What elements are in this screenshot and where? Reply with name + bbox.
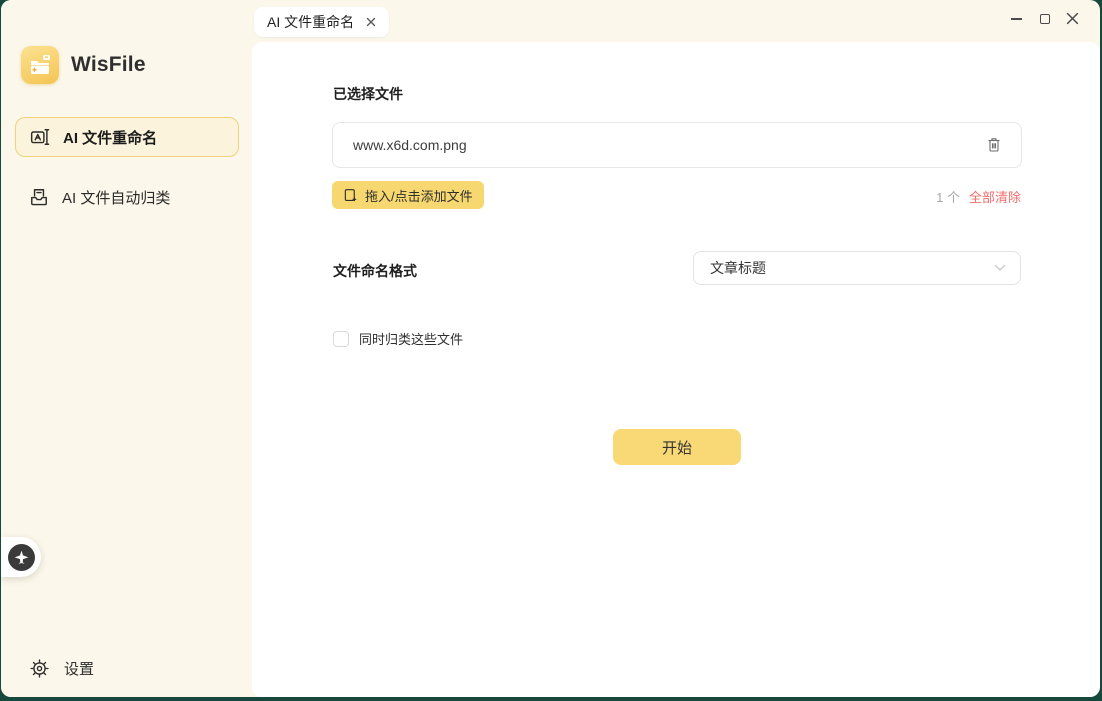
naming-format-value: 文章标题 xyxy=(710,258,994,278)
gear-icon xyxy=(29,658,49,678)
file-list-item: www.x6d.com.png xyxy=(332,122,1022,168)
maximize-icon xyxy=(1040,14,1050,24)
sidebar-item-label: AI 文件重命名 xyxy=(63,127,157,148)
app-title: WisFile xyxy=(71,53,146,77)
naming-format-select[interactable]: 文章标题 xyxy=(693,251,1021,285)
maximize-button[interactable] xyxy=(1037,11,1052,26)
app-window: WisFile AI 文件重命名 AI 文件自动归类 xyxy=(1,0,1100,697)
selected-files-label: 已选择文件 xyxy=(333,84,403,104)
sidebar-item-label: AI 文件自动归类 xyxy=(62,187,170,208)
classify-checkbox-row[interactable]: 同时归类这些文件 xyxy=(333,329,463,348)
tab-close-icon[interactable] xyxy=(366,17,376,27)
content-panel: 已选择文件 www.x6d.com.png 拖入/点击添加文件 1 个 全部清除 xyxy=(252,42,1100,697)
airplane-icon xyxy=(14,550,29,565)
file-plus-icon xyxy=(343,188,358,203)
close-button[interactable] xyxy=(1065,11,1080,26)
minimize-icon xyxy=(1011,18,1022,20)
classify-checkbox-label: 同时归类这些文件 xyxy=(359,329,463,348)
start-button[interactable]: 开始 xyxy=(613,429,741,465)
minimize-button[interactable] xyxy=(1009,11,1024,26)
sidebar-item-rename[interactable]: AI 文件重命名 xyxy=(15,117,239,157)
sidebar-item-classify[interactable]: AI 文件自动归类 xyxy=(15,177,239,217)
settings-button[interactable]: 设置 xyxy=(29,656,94,680)
classify-checkbox[interactable] xyxy=(333,331,349,347)
window-controls xyxy=(1009,11,1080,26)
file-count-row: 1 个 全部清除 xyxy=(936,187,1021,206)
naming-format-label: 文件命名格式 xyxy=(333,261,417,281)
tab-label: AI 文件重命名 xyxy=(267,12,354,32)
tab-ai-rename[interactable]: AI 文件重命名 xyxy=(254,7,389,37)
close-icon xyxy=(1066,12,1079,25)
float-widget xyxy=(1,537,41,577)
settings-label: 设置 xyxy=(64,658,94,679)
file-count: 1 个 xyxy=(936,187,960,206)
add-files-button[interactable]: 拖入/点击添加文件 xyxy=(332,181,484,209)
sidebar: WisFile AI 文件重命名 AI 文件自动归类 xyxy=(1,0,251,697)
airplane-button[interactable] xyxy=(8,544,35,571)
clear-all-button[interactable]: 全部清除 xyxy=(969,187,1021,206)
chevron-down-icon xyxy=(994,264,1006,272)
add-files-label: 拖入/点击添加文件 xyxy=(365,186,473,205)
app-logo: WisFile xyxy=(21,46,146,84)
delete-file-button[interactable] xyxy=(987,137,1001,153)
classify-icon xyxy=(29,187,49,207)
file-name: www.x6d.com.png xyxy=(353,137,987,153)
trash-icon xyxy=(987,137,1001,153)
wisfile-logo-icon xyxy=(21,46,59,84)
rename-icon xyxy=(30,127,50,147)
